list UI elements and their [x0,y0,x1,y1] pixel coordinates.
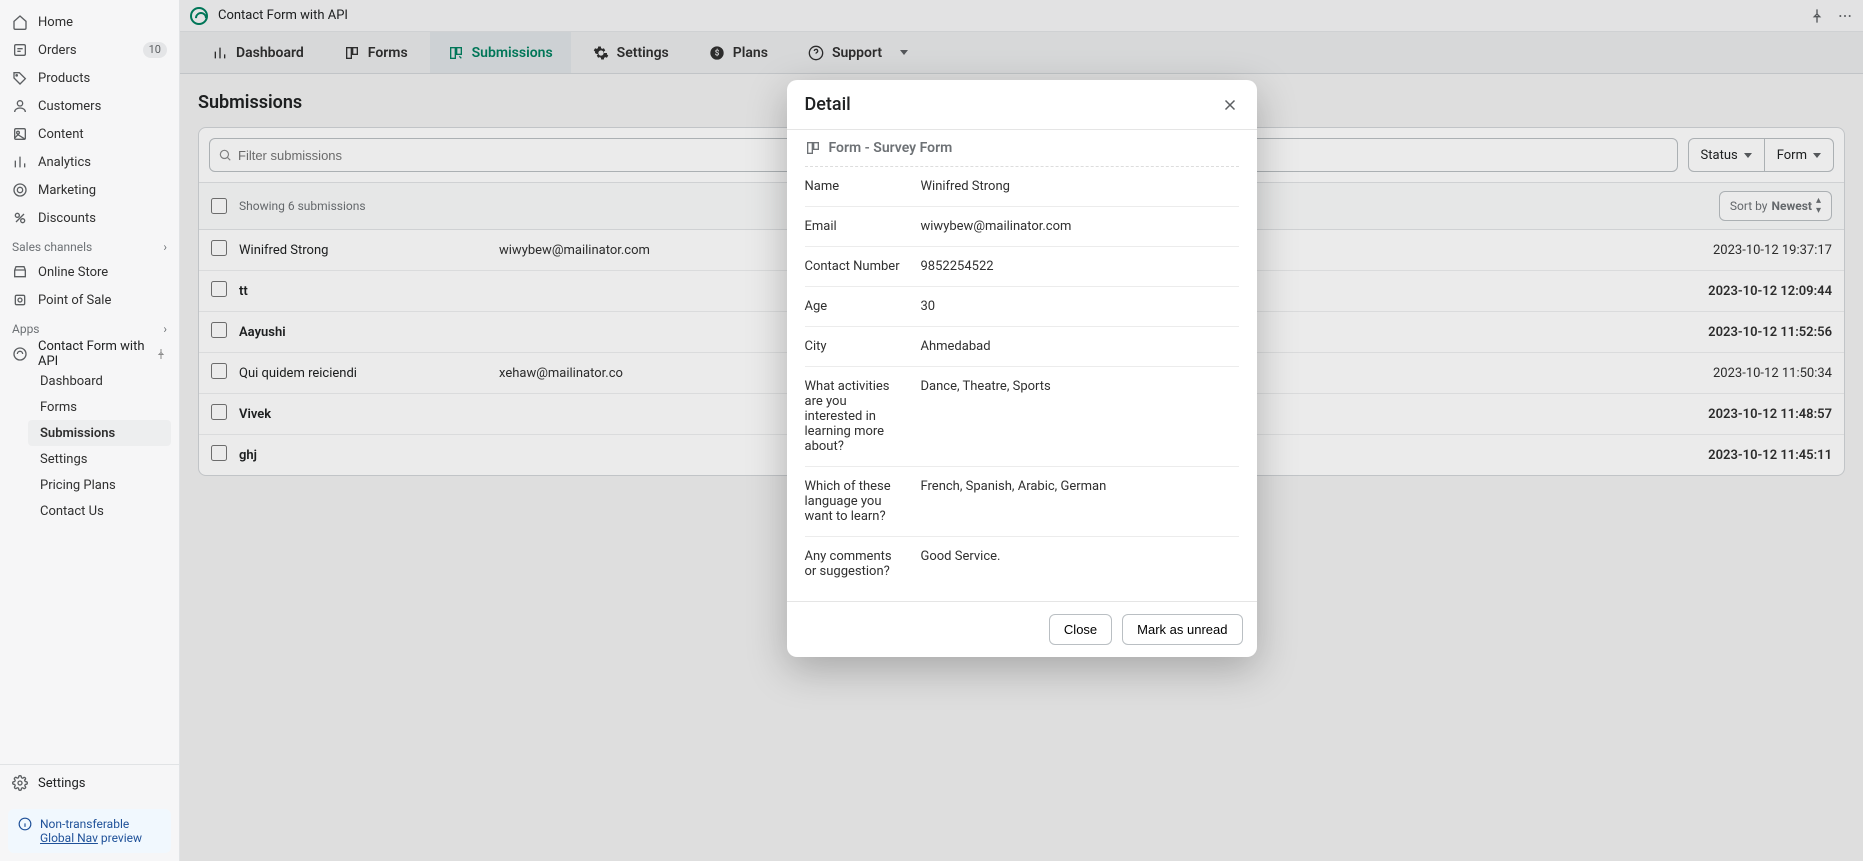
field-label: Which of these language you want to lear… [805,479,905,524]
modal-overlay[interactable]: Detail Form - Survey Form Name Winifred S… [180,0,1863,861]
subnav-submissions[interactable]: Submissions [28,420,171,446]
detail-field: City Ahmedabad [805,327,1239,367]
analytics-icon [12,154,28,170]
close-icon[interactable] [1221,96,1239,114]
field-label: Any comments or suggestion? [805,549,905,579]
products-icon [12,70,28,86]
settings-label: Settings [38,776,85,791]
nav-marketing[interactable]: Marketing [0,176,179,204]
nav-label: Online Store [38,265,108,280]
notice-after: preview [98,831,142,845]
nav-label: Products [38,71,90,86]
chevron-right-icon: › [163,322,167,336]
pos-icon [12,292,28,308]
field-value: Ahmedabad [921,339,1239,354]
sales-channels-header[interactable]: Sales channels › [0,232,179,258]
nav-label: Customers [38,99,101,114]
modal-title: Detail [805,94,851,115]
detail-field: Any comments or suggestion? Good Service. [805,537,1239,591]
nav-pos[interactable]: Point of Sale [0,286,179,314]
preview-notice: Non-transferable Global Nav preview [8,809,171,853]
main: Contact Form with API Dashboard Forms Su… [180,0,1863,861]
nav-analytics[interactable]: Analytics [0,148,179,176]
field-label: Email [805,219,905,234]
detail-field: Email wiwybew@mailinator.com [805,207,1239,247]
nav-customers[interactable]: Customers [0,92,179,120]
detail-modal: Detail Form - Survey Form Name Winifred S… [787,80,1257,657]
close-button[interactable]: Close [1049,614,1112,645]
sidebar: Home Orders 10 Products Customers Conten… [0,0,180,861]
notice-link[interactable]: Global Nav [40,831,98,845]
discounts-icon [12,210,28,226]
nav-label: Discounts [38,211,96,226]
subnav-settings[interactable]: Settings [28,446,179,472]
modal-footer: Close Mark as unread [787,601,1257,657]
nav-label: Point of Sale [38,293,111,308]
customers-icon [12,98,28,114]
orders-icon [12,42,28,58]
subnav-contact[interactable]: Contact Us [28,498,179,524]
field-value: 9852254522 [921,259,1239,274]
content-icon [12,126,28,142]
app-contact-form[interactable]: Contact Form with API [0,340,179,368]
nav-online-store[interactable]: Online Store [0,258,179,286]
subnav-dashboard[interactable]: Dashboard [28,368,179,394]
detail-field: Contact Number 9852254522 [805,247,1239,287]
detail-field: What activities are you interested in le… [805,367,1239,467]
nav-products[interactable]: Products [0,64,179,92]
app-icon [12,346,28,362]
nav-home[interactable]: Home [0,8,179,36]
home-icon [12,14,28,30]
form-icon [805,140,821,156]
subnav-forms[interactable]: Forms [28,394,179,420]
app-name-label: Contact Form with API [38,339,145,369]
field-label: Name [805,179,905,194]
chevron-right-icon: › [163,240,167,254]
mark-unread-button[interactable]: Mark as unread [1122,614,1242,645]
gear-icon [12,775,28,791]
field-value: 30 [921,299,1239,314]
detail-field: Age 30 [805,287,1239,327]
sidebar-nav: Home Orders 10 Products Customers Conten… [0,0,179,764]
field-label: What activities are you interested in le… [805,379,905,454]
nav-label: Orders [38,43,77,58]
nav-content[interactable]: Content [0,120,179,148]
subnav-pricing[interactable]: Pricing Plans [28,472,179,498]
detail-field: Name Winifred Strong [805,166,1239,207]
sidebar-settings[interactable]: Settings [0,765,179,801]
nav-label: Analytics [38,155,91,170]
detail-field: Which of these language you want to lear… [805,467,1239,537]
field-value: wiwybew@mailinator.com [921,219,1239,234]
modal-header: Detail [787,80,1257,129]
nav-label: Content [38,127,84,142]
store-icon [12,264,28,280]
nav-orders[interactable]: Orders 10 [0,36,179,64]
nav-label: Home [38,15,73,30]
pin-icon[interactable] [155,348,167,360]
field-label: City [805,339,905,354]
notice-line1: Non-transferable [40,817,142,831]
sidebar-footer: Settings Non-transferable Global Nav pre… [0,764,179,861]
app-subnav: Dashboard Forms Submissions Settings Pri… [0,368,179,524]
field-value: Good Service. [921,549,1239,579]
marketing-icon [12,182,28,198]
modal-subtitle: Form - Survey Form [787,129,1257,166]
field-value: Dance, Theatre, Sports [921,379,1239,454]
nav-label: Marketing [38,183,96,198]
field-label: Age [805,299,905,314]
field-value: Winifred Strong [921,179,1239,194]
apps-header[interactable]: Apps › [0,314,179,340]
info-icon [18,817,32,845]
modal-body: Name Winifred Strong Email wiwybew@mailinat… [787,166,1257,601]
orders-badge: 10 [143,42,167,58]
nav-discounts[interactable]: Discounts [0,204,179,232]
field-label: Contact Number [805,259,905,274]
field-value: French, Spanish, Arabic, German [921,479,1239,524]
